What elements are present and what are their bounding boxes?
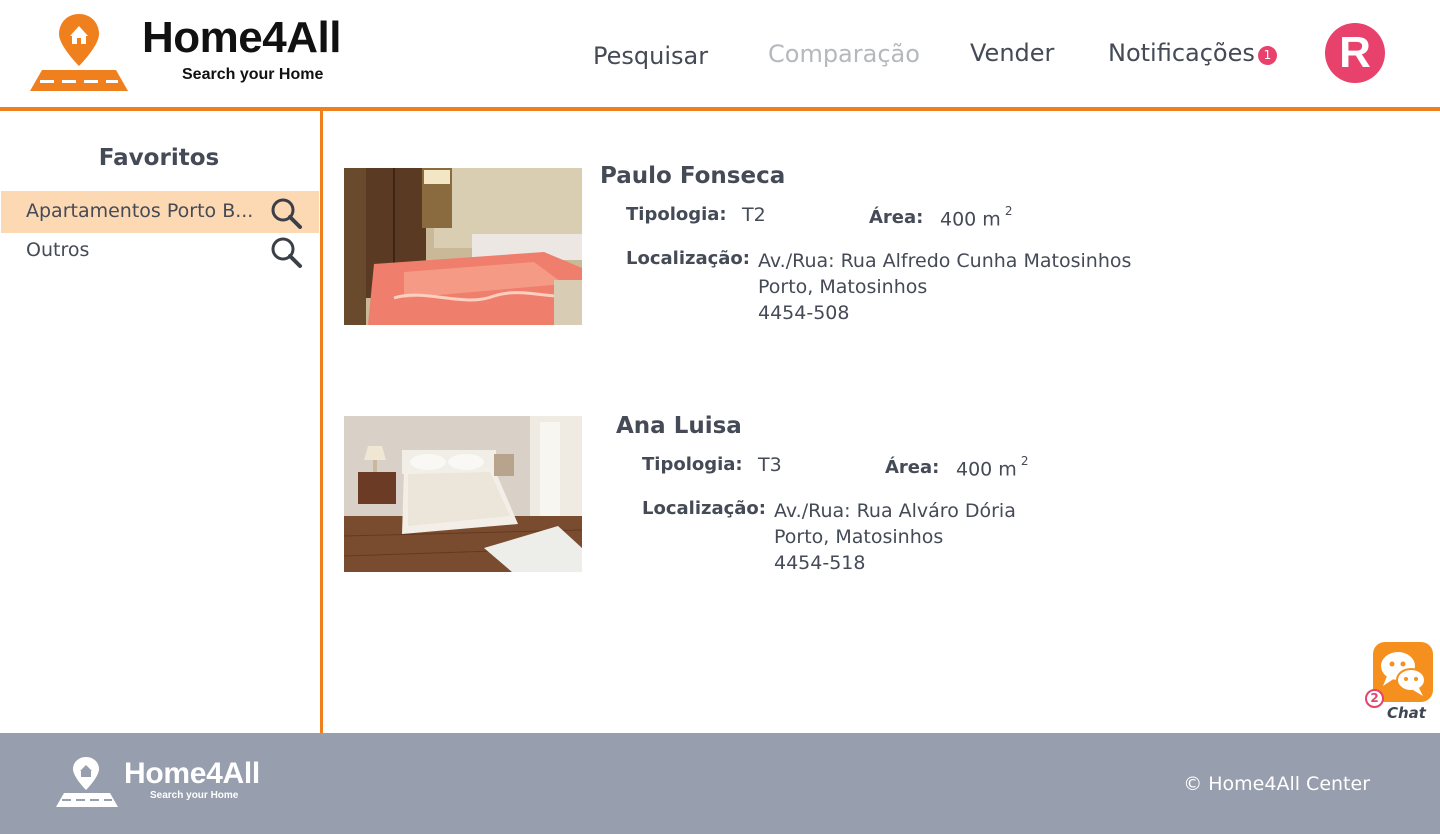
chat-label[interactable]: Chat — [1387, 704, 1426, 722]
sidebar-item-outros[interactable]: Outros — [1, 230, 319, 272]
copyright-text: © Home4All Center — [1183, 773, 1370, 795]
nav-search[interactable]: Pesquisar — [593, 44, 708, 68]
area-label: Área: — [885, 457, 940, 478]
chat-unread-badge: 2 — [1365, 689, 1384, 708]
tipologia-value: T2 — [742, 204, 766, 226]
area-unit-superscript: 2 — [1020, 454, 1029, 468]
favorite-listing: Paulo Fonseca Tipologia: T2 Área: 400 m2… — [344, 163, 1244, 338]
bedroom-photo[interactable] — [344, 416, 582, 572]
nav-sell[interactable]: Vender — [970, 41, 1054, 65]
address-line-1: Av./Rua: Rua Alváro Dória — [774, 500, 1016, 522]
location-label: Localização: — [626, 248, 750, 269]
area-number: 400 m — [956, 458, 1017, 481]
location-label: Localização: — [642, 498, 766, 519]
address-line-1: Av./Rua: Rua Alfredo Cunha Matosinhos — [758, 250, 1132, 272]
nav-compare[interactable]: Comparação — [768, 42, 920, 66]
search-icon[interactable] — [269, 235, 303, 269]
header: Home4All Search your Home Pesquisar Comp… — [0, 0, 1440, 108]
brand-name: Home4All — [142, 13, 341, 62]
house-pin-logo-icon — [30, 14, 128, 91]
favorite-listing: Ana Luisa Tipologia: T3 Área: 400 m2 Loc… — [344, 413, 1244, 586]
area-label: Área: — [869, 207, 924, 228]
sidebar-item-label: Outros — [26, 239, 90, 261]
postal-code: 4454-508 — [758, 302, 850, 324]
sidebar-item-label: Apartamentos Porto B... — [26, 200, 254, 222]
address-line-2: Porto, Matosinhos — [758, 276, 928, 298]
sidebar-title: Favoritos — [98, 145, 220, 171]
bedroom-photo[interactable] — [344, 168, 582, 325]
area-number: 400 m — [940, 208, 1001, 231]
brand-logo[interactable]: Home4All Search your Home — [30, 12, 370, 96]
area-value: 400 m2 — [956, 454, 1029, 481]
footer-logo-icon — [56, 757, 118, 807]
nav-notifications[interactable]: Notificações — [1108, 41, 1255, 65]
search-icon[interactable] — [269, 196, 303, 230]
area-value: 400 m2 — [940, 204, 1013, 231]
listing-owner-name[interactable]: Ana Luisa — [616, 413, 742, 439]
sidebar-item-apartamentos-porto[interactable]: Apartamentos Porto B... — [1, 191, 319, 233]
postal-code: 4454-518 — [774, 552, 866, 574]
user-avatar[interactable]: R — [1325, 23, 1385, 83]
favorites-sidebar: Favoritos Apartamentos Porto B... Outros — [0, 111, 320, 733]
tipologia-label: Tipologia: — [626, 204, 727, 225]
notification-badge: 1 — [1258, 46, 1277, 65]
sidebar-divider — [320, 111, 323, 733]
listing-owner-name[interactable]: Paulo Fonseca — [600, 163, 785, 189]
footer-brand-tagline: Search your Home — [150, 790, 239, 801]
tipologia-value: T3 — [758, 454, 782, 476]
footer: Home4All Search your Home © Home4All Cen… — [0, 733, 1440, 834]
brand-tagline: Search your Home — [182, 66, 324, 83]
footer-brand-name: Home4All — [124, 757, 260, 790]
tipologia-label: Tipologia: — [642, 454, 743, 475]
address-line-2: Porto, Matosinhos — [774, 526, 944, 548]
area-unit-superscript: 2 — [1004, 204, 1013, 218]
